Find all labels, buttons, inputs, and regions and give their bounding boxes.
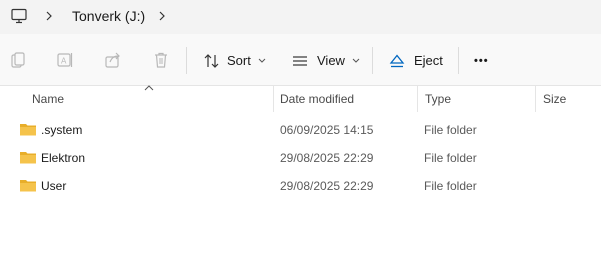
file-date-modified: 29/08/2025 22:29 xyxy=(280,151,374,165)
share-icon[interactable] xyxy=(104,51,122,69)
chevron-down-icon xyxy=(258,58,266,63)
rename-icon[interactable]: A xyxy=(56,51,74,69)
chevron-down-icon xyxy=(352,58,360,63)
view-icon xyxy=(293,55,307,66)
folder-icon xyxy=(20,124,36,136)
sort-icon xyxy=(204,53,219,68)
eject-button[interactable]: Eject xyxy=(389,47,443,74)
more-options-button[interactable]: ••• xyxy=(474,47,489,74)
folder-icon xyxy=(20,152,36,164)
this-pc-icon[interactable] xyxy=(11,8,27,24)
file-type: File folder xyxy=(424,123,477,137)
column-name[interactable]: Name xyxy=(32,92,64,106)
folder-icon xyxy=(20,180,36,192)
toolbar-divider xyxy=(186,47,187,74)
list-item[interactable]: .system 06/09/2025 14:15 File folder xyxy=(0,116,601,144)
chevron-right-icon[interactable] xyxy=(43,10,55,22)
file-type: File folder xyxy=(424,151,477,165)
file-date-modified: 29/08/2025 22:29 xyxy=(280,179,374,193)
eject-icon xyxy=(389,53,405,67)
file-name: User xyxy=(41,179,67,193)
column-header: Name Date modified Type Size xyxy=(0,85,601,112)
file-explorer-window: Tonverk (J:) A Sort View Eject ••• Name … xyxy=(0,0,601,257)
view-label: View xyxy=(317,53,345,68)
toolbar-divider xyxy=(458,47,459,74)
sort-button[interactable]: Sort xyxy=(204,47,266,74)
column-size[interactable]: Size xyxy=(543,92,566,106)
file-type: File folder xyxy=(424,179,477,193)
column-date-modified[interactable]: Date modified xyxy=(280,92,354,106)
view-button[interactable]: View xyxy=(292,47,360,74)
more-icon: ••• xyxy=(474,54,489,67)
address-bar: Tonverk (J:) xyxy=(0,0,601,34)
file-name: .system xyxy=(41,123,83,137)
column-divider[interactable] xyxy=(273,86,274,112)
column-divider[interactable] xyxy=(417,86,418,112)
column-divider[interactable] xyxy=(535,86,536,112)
eject-label: Eject xyxy=(414,53,443,68)
breadcrumb-drive[interactable]: Tonverk (J:) xyxy=(72,8,145,24)
svg-text:A: A xyxy=(61,57,67,66)
command-bar: A Sort View Eject ••• xyxy=(0,34,601,86)
toolbar-divider xyxy=(372,47,373,74)
copy-icon[interactable] xyxy=(9,51,27,69)
file-name: Elektron xyxy=(41,151,86,165)
column-type[interactable]: Type xyxy=(425,92,451,106)
list-item[interactable]: Elektron 29/08/2025 22:29 File folder xyxy=(0,144,601,172)
sort-label: Sort xyxy=(227,53,251,68)
delete-icon[interactable] xyxy=(152,51,170,69)
list-item[interactable]: User 29/08/2025 22:29 File folder xyxy=(0,172,601,200)
sort-ascending-icon xyxy=(144,85,154,91)
file-date-modified: 06/09/2025 14:15 xyxy=(280,123,374,137)
chevron-right-icon[interactable] xyxy=(156,10,168,22)
